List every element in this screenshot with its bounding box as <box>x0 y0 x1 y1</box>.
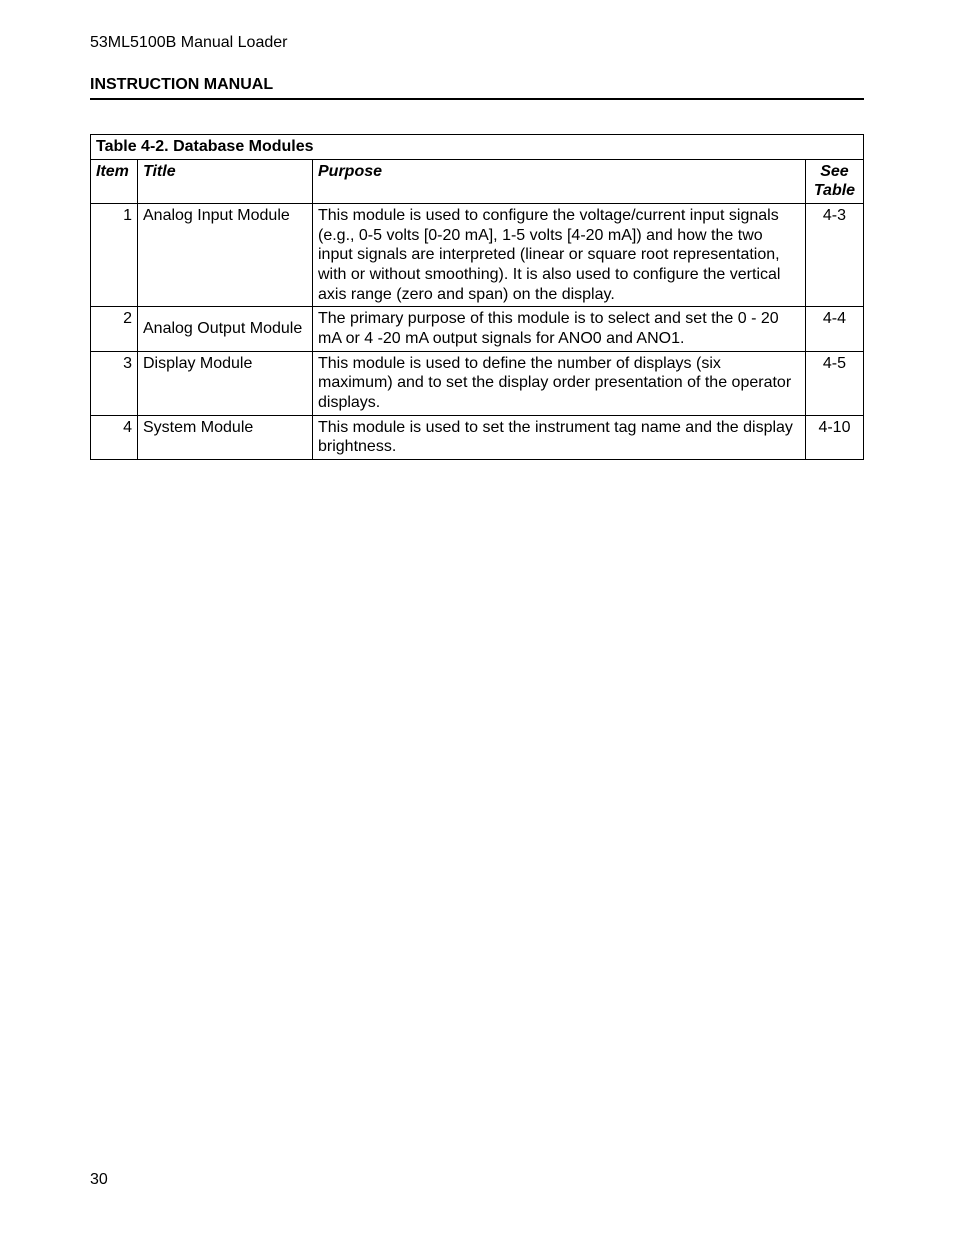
cell-title: Analog Input Module <box>138 204 313 307</box>
table-caption-row: Table 4-2. Database Modules <box>91 135 864 160</box>
col-header-see: See Table <box>805 159 863 203</box>
table-row: 1 Analog Input Module This module is use… <box>91 204 864 307</box>
col-header-purpose: Purpose <box>313 159 806 203</box>
header-product: 53ML5100B Manual Loader <box>90 34 864 52</box>
cell-see: 4-5 <box>805 351 863 415</box>
table-caption: Table 4-2. Database Modules <box>91 135 864 160</box>
page-number: 30 <box>90 1171 108 1189</box>
cell-title: Analog Output Module <box>138 307 313 351</box>
cell-title: Display Module <box>138 351 313 415</box>
cell-purpose: This module is used to set the instrumen… <box>313 415 806 459</box>
header-doc-type: INSTRUCTION MANUAL <box>90 76 864 100</box>
table-header-row: Item Title Purpose See Table <box>91 159 864 203</box>
database-modules-table: Table 4-2. Database Modules Item Title P… <box>90 134 864 460</box>
cell-item: 2 <box>91 307 138 351</box>
cell-see: 4-3 <box>805 204 863 307</box>
cell-item: 4 <box>91 415 138 459</box>
col-header-title: Title <box>138 159 313 203</box>
cell-item: 1 <box>91 204 138 307</box>
cell-see: 4-4 <box>805 307 863 351</box>
table-row: 4 System Module This module is used to s… <box>91 415 864 459</box>
cell-purpose: This module is used to configure the vol… <box>313 204 806 307</box>
table-row: 2 Analog Output Module The primary purpo… <box>91 307 864 351</box>
cell-item: 3 <box>91 351 138 415</box>
cell-see: 4-10 <box>805 415 863 459</box>
table-row: 3 Display Module This module is used to … <box>91 351 864 415</box>
cell-title: System Module <box>138 415 313 459</box>
cell-purpose: This module is used to define the number… <box>313 351 806 415</box>
col-header-item: Item <box>91 159 138 203</box>
cell-purpose: The primary purpose of this module is to… <box>313 307 806 351</box>
